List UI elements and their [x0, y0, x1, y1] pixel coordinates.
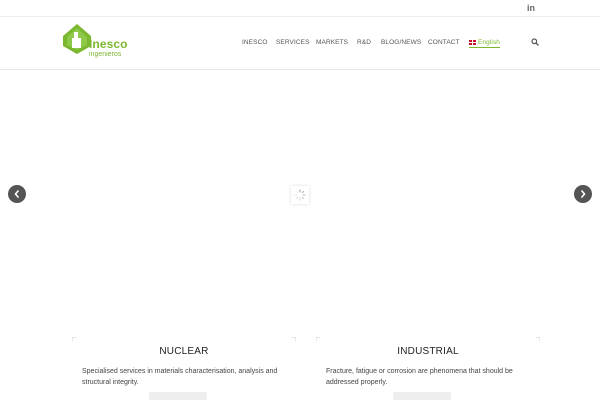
card-title: INDUSTRIAL [397, 346, 459, 357]
card-corner [316, 337, 320, 341]
hero-slider [0, 71, 600, 331]
nav-item-rd[interactable]: R&D [357, 39, 371, 46]
card-corner [292, 337, 296, 341]
logo-subtitle: ingenieros [89, 51, 122, 58]
search-icon[interactable] [531, 38, 539, 46]
main-nav: INESCO SERVICES MARKETS R&D BLOG/NEWS CO… [0, 39, 600, 51]
slider-next-button[interactable] [574, 185, 592, 203]
nav-item-inesco[interactable]: INESCO [242, 39, 268, 46]
linkedin-icon[interactable]: in [527, 3, 535, 13]
nav-item-services[interactable]: SERVICES [276, 39, 310, 46]
nav-item-contact[interactable]: CONTACT [428, 39, 460, 46]
slider-prev-button[interactable] [8, 185, 26, 203]
chevron-right-icon [580, 189, 586, 199]
language-selector[interactable]: English [469, 39, 501, 48]
loading-spinner-icon [291, 186, 309, 204]
card-more-button[interactable] [393, 392, 451, 400]
uk-flag-icon [469, 39, 476, 45]
card-more-button[interactable] [149, 392, 207, 400]
card-description: Fracture, fatigue or corrosion are pheno… [326, 368, 513, 386]
card-corner [72, 337, 76, 341]
nav-item-blog-news[interactable]: BLOG/NEWS [381, 39, 421, 46]
nav-item-markets[interactable]: MARKETS [316, 39, 348, 46]
card-industrial: INDUSTRIAL Fracture, fatigue or corrosio… [316, 337, 540, 400]
card-title: NUCLEAR [159, 346, 209, 357]
card-corner [536, 337, 540, 341]
site-header: Inesco ingenieros INESCO SERVICES MARKET… [0, 17, 600, 70]
top-bar: in [0, 0, 600, 17]
chevron-left-icon [14, 189, 20, 199]
card-nuclear: NUCLEAR Specialised services in material… [72, 337, 296, 400]
card-description: Specialised services in materials charac… [82, 368, 278, 386]
language-label: English [478, 39, 501, 46]
